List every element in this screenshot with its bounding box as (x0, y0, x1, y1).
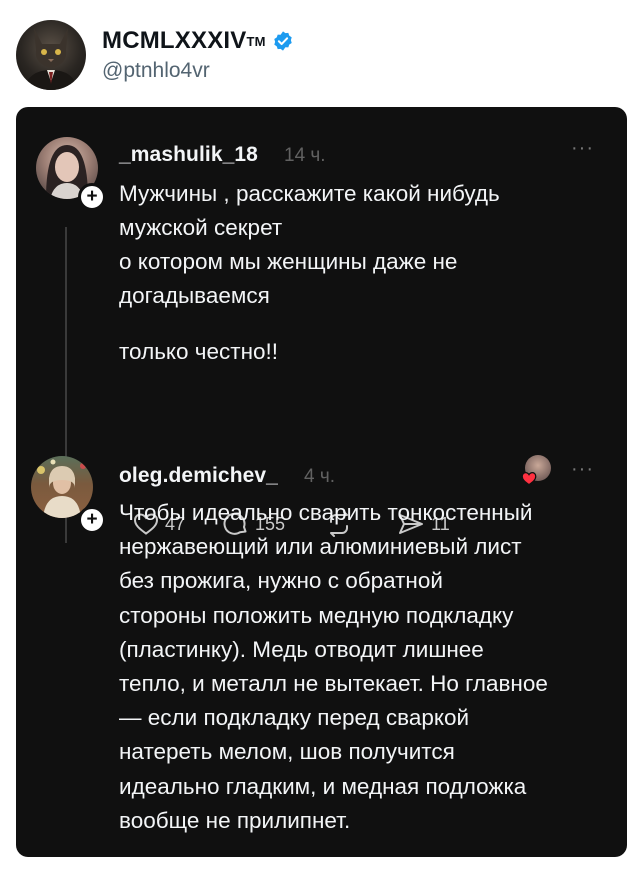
tweet-header: MCMLXXXIV TM @ptnhlo4vr (16, 16, 294, 94)
heart-filled-icon (521, 472, 537, 486)
trademark-sign: TM (246, 33, 266, 49)
post1-text: Мужчины , расскажите какой нибудь мужско… (119, 181, 500, 308)
post1-text-2: только честно!! (119, 339, 279, 364)
post1-follow-plus-icon[interactable]: + (78, 183, 106, 211)
post2-follow-plus-icon[interactable]: + (78, 506, 106, 534)
post2-more-icon[interactable]: ··· (571, 458, 594, 481)
liked-by-author-badge (521, 455, 551, 486)
author-name[interactable]: MCMLXXXIV TM (102, 27, 294, 55)
verified-badge-icon (273, 31, 292, 51)
author-handle[interactable]: @ptnhlo4vr (102, 59, 294, 83)
post1-more-icon[interactable]: ··· (571, 137, 594, 160)
post2-text: Чтобы идеально сварить тонкостенный нерж… (119, 500, 548, 833)
cat-avatar-image (24, 28, 78, 90)
post2-username[interactable]: oleg.demichev_ (119, 464, 278, 488)
author-name-text: MCMLXXXIV (102, 27, 247, 54)
post2-time: 4 ч. (304, 466, 336, 487)
post1-time: 14 ч. (284, 145, 326, 166)
threads-screenshot: + _mashulik_18 14 ч. ··· Мужчины , расск… (16, 107, 627, 857)
author-avatar[interactable] (16, 20, 86, 90)
post1-username[interactable]: _mashulik_18 (119, 143, 258, 167)
